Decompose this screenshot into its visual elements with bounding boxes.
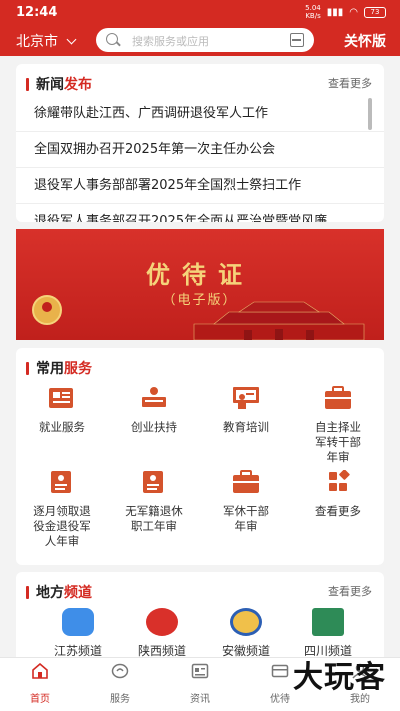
care-mode-button[interactable]: 关怀版 [344,31,386,51]
tab-label: 服务 [110,694,130,705]
news-item[interactable]: 退役军人事务部部署2025年全国烈士祭扫工作 [16,168,384,204]
battery-icon: 73 [364,6,386,18]
service-item[interactable]: 创业扶持 [108,386,200,435]
title-accent-bar [26,361,29,375]
service-item[interactable]: 军休干部年审 [200,470,292,534]
signal-icon: ▮▮▮ [326,6,344,18]
card-icon [271,664,289,678]
network-speed-value: 5.04 [305,4,321,12]
news-item[interactable]: 全国双拥办召开2025年第一次主任办公会 [16,132,384,168]
chevron-down-icon [66,34,77,44]
desk-person-icon [142,387,166,407]
briefcase-icon [233,470,259,493]
title-part: 新闻 [36,77,64,93]
preferential-card-banner[interactable]: 优待证 （电子版） [16,229,384,340]
city-selector[interactable]: 北京市 [16,31,77,51]
news-more-link[interactable]: 查看更多 [328,75,372,91]
section-title: 常用 服务 [26,358,92,378]
channels-more-link[interactable]: 查看更多 [328,583,372,599]
app-header: 12:44 5.04 KB/s ▮▮▮ ◠ 73 北京市 搜索服务或应用 关怀版 [0,0,400,56]
national-emblem-icon [32,295,62,325]
scan-icon[interactable] [290,33,304,47]
banner-title: 优待证 [146,261,254,289]
service-label: 军休干部年审 [223,504,269,533]
section-title: 地方 频道 [26,582,92,602]
status-time: 12:44 [16,5,58,20]
channel-item[interactable]: 江苏频道 [32,608,124,659]
status-indicators: 5.04 KB/s ▮▮▮ ◠ 73 [305,4,386,20]
news-section: 新闻 发布 查看更多 徐耀带队赴江西、广西调研退役军人工作 全国双拥办召开2025… [16,64,384,222]
network-speed: 5.04 KB/s [305,4,321,20]
service-item[interactable]: 无军籍退休职工年审 [108,470,200,534]
title-part: 常用 [36,361,64,377]
service-item[interactable]: 就业服务 [16,386,108,435]
service-label: 自主择业军转干部年审 [315,420,361,464]
document-person-icon [51,471,71,493]
services-section: 常用 服务 就业服务 创业扶持 教育培训 自主择业军转干部年审 逐月领取退役金退役… [16,348,384,565]
anhui-logo-icon [230,608,262,636]
briefcase-icon [325,386,351,409]
search-placeholder: 搜索服务或应用 [132,35,209,48]
channel-item[interactable]: 安徽频道 [200,608,292,659]
tab-service[interactable]: 服务 [80,663,160,705]
news-list: 徐耀带队赴江西、广西调研退役军人工作 全国双拥办召开2025年第一次主任办公会 … [16,96,384,222]
news-scrollbar[interactable] [368,98,372,130]
channel-item[interactable]: 陕西频道 [116,608,208,659]
service-item[interactable]: 自主择业军转干部年审 [292,386,384,465]
home-icon [32,662,48,679]
title-part-highlight: 发布 [64,77,92,93]
section-title: 新闻 发布 [26,74,92,94]
newspaper-icon [49,388,73,408]
teacher-board-icon [233,387,259,409]
service-label: 无军籍退休职工年审 [125,504,183,533]
title-part-highlight: 频道 [64,585,92,601]
news-icon [191,663,209,679]
title-accent-bar [26,77,29,91]
document-person-icon [143,471,163,493]
service-icon [111,663,129,679]
grid-more-icon [329,469,350,491]
service-label: 创业扶持 [131,420,177,434]
title-accent-bar [26,585,29,599]
search-input[interactable]: 搜索服务或应用 [96,28,314,52]
jiangsu-logo-icon [62,608,94,636]
channels-section: 地方 频道 查看更多 江苏频道 陕西频道 安徽频道 四川频道 [16,572,384,662]
news-item[interactable]: 徐耀带队赴江西、广西调研退役军人工作 [16,96,384,132]
watermark-logo: 大玩客 [293,660,386,695]
service-label: 就业服务 [39,420,85,434]
tab-news[interactable]: 资讯 [160,663,240,705]
network-speed-unit: KB/s [305,12,321,20]
sichuan-logo-icon [312,608,344,636]
service-label: 教育培训 [223,420,269,434]
service-label: 查看更多 [315,504,361,518]
news-item[interactable]: 退役军人事务部召开2025年全面从严治党暨党风廉 [16,204,384,222]
city-label: 北京市 [16,34,58,50]
wifi-icon: ◠ [349,6,358,18]
search-row: 北京市 搜索服务或应用 关怀版 [0,26,400,54]
shaanxi-logo-icon [146,608,178,636]
title-part: 地方 [36,585,64,601]
service-item[interactable]: 教育培训 [200,386,292,435]
tab-label: 资讯 [190,694,210,705]
tab-label: 首页 [30,694,50,705]
tab-home[interactable]: 首页 [0,662,80,705]
search-icon [106,33,118,45]
service-item[interactable]: 逐月领取退役金退役军人年审 [16,470,108,549]
service-item[interactable]: 查看更多 [292,469,384,519]
status-bar: 12:44 5.04 KB/s ▮▮▮ ◠ 73 [0,0,400,24]
tiananmen-icon [193,301,365,340]
service-label: 逐月领取退役金退役军人年审 [33,504,91,548]
title-part-highlight: 服务 [64,361,92,377]
